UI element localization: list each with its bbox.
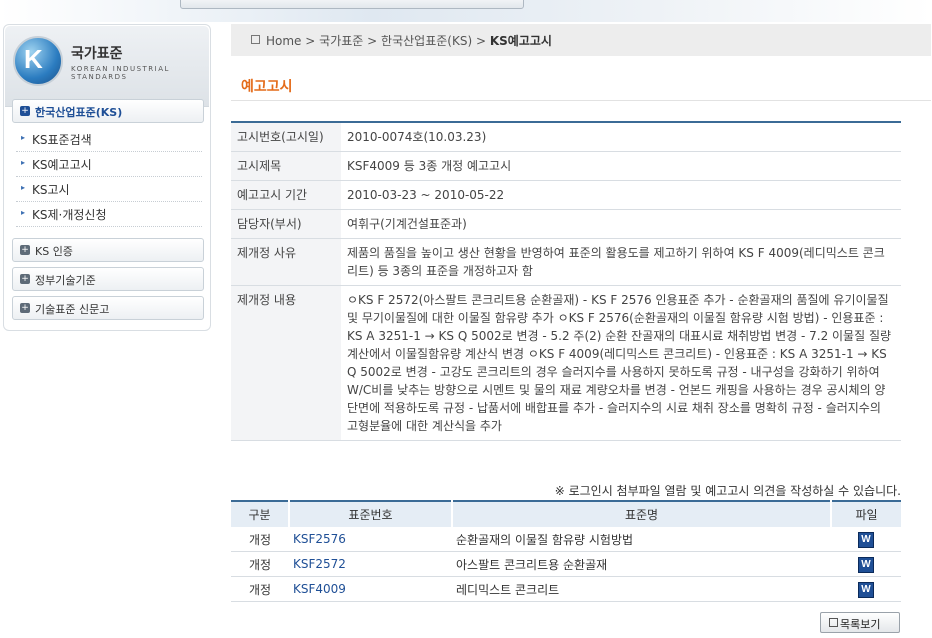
- standard-name-cell: 레디믹스트 콘크리트: [452, 576, 831, 602]
- field-label: 담당자(부서): [231, 209, 341, 239]
- table-row: 담당자(부서) 여휘구(기계건설표준과): [231, 209, 901, 239]
- field-value: 제품의 품질을 높이고 생산 현황을 반영하여 표준의 활용도를 제고하기 위하…: [341, 238, 901, 286]
- plus-icon: +: [20, 106, 30, 116]
- column-header: 표준명: [451, 501, 831, 527]
- field-label: 고시번호(고시일): [231, 122, 341, 152]
- table-row: 고시번호(고시일) 2010-0074호(10.03.23): [231, 122, 901, 152]
- table-row: 고시제목 KSF4009 등 3종 개정 예고고시: [231, 151, 901, 181]
- breadcrumb-home[interactable]: Home: [266, 34, 301, 48]
- field-label: 제개정 사유: [231, 238, 341, 286]
- standard-code-link[interactable]: KSF2576: [289, 527, 452, 552]
- word-file-icon[interactable]: W: [858, 531, 874, 548]
- type-cell: 개정: [231, 527, 289, 552]
- breadcrumb-national-standards[interactable]: 국가표준: [319, 34, 363, 48]
- plus-icon: +: [20, 274, 30, 284]
- field-value: KSF4009 등 3종 개정 예고고시: [341, 151, 901, 181]
- arrow-right-icon: ▸: [21, 183, 26, 192]
- standards-file-table: 구분 표준번호 표준명 파일 개정 KSF2576 순환골재의 이물질 함유량 …: [231, 500, 901, 602]
- sidebar-item-ks-preannounce[interactable]: ▸ KS예고고시: [16, 152, 202, 177]
- breadcrumb: Home > 국가표준 > 한국산업표준(KS) > KS예고고시: [231, 24, 931, 56]
- home-icon: [251, 35, 260, 44]
- sidebar-section-ks-cert[interactable]: + KS 인증: [12, 238, 204, 262]
- standard-name-cell: 아스팔트 콘크리트용 순환골재: [452, 551, 831, 577]
- column-header: 구분: [231, 501, 289, 527]
- table-row: 개정 KSF4009 레디믹스트 콘크리트 W: [231, 576, 901, 602]
- column-header: 표준번호: [288, 501, 452, 527]
- plus-icon: +: [20, 245, 30, 255]
- title-divider: [231, 100, 931, 101]
- field-value: 2010-0074호(10.03.23): [341, 122, 901, 152]
- arrow-right-icon: ▸: [21, 133, 26, 142]
- field-value: 여휘구(기계건설표준과): [341, 209, 901, 239]
- login-notice: ※ 로그인시 첨부파일 열람 및 예고고시 의견을 작성하실 수 있습니다.: [554, 484, 901, 498]
- field-value: ㅇKS F 2572(아스팔트 콘크리트용 순환골재) - KS F 2576 …: [341, 285, 901, 441]
- table-row: 제개정 사유 제품의 품질을 높이고 생산 현황을 반영하여 표준의 활용도를 …: [231, 238, 901, 286]
- type-cell: 개정: [231, 551, 289, 577]
- type-cell: 개정: [231, 576, 289, 602]
- table-header-row: 구분 표준번호 표준명 파일: [231, 501, 901, 527]
- table-row: 개정 KSF2572 아스팔트 콘크리트용 순환골재 W: [231, 551, 901, 577]
- standard-name-cell: 순환골재의 이물질 함유량 시험방법: [452, 527, 831, 552]
- field-label: 제개정 내용: [231, 285, 341, 441]
- column-header: 파일: [830, 501, 901, 527]
- top-strip: [180, 0, 524, 9]
- sidebar-item-ks-revision-request[interactable]: ▸ KS제·개정신청: [16, 202, 202, 227]
- logo-subtitle: KOREAN INDUSTRIAL STANDARDS: [71, 65, 170, 81]
- standard-code-link[interactable]: KSF2572: [289, 551, 452, 577]
- table-row: 개정 KSF2576 순환골재의 이물질 함유량 시험방법 W: [231, 527, 901, 552]
- list-view-button[interactable]: 목록보기: [820, 612, 900, 633]
- sidebar: K 국가표준 KOREAN INDUSTRIAL STANDARDS + 한국산…: [3, 24, 211, 331]
- plus-icon: +: [20, 303, 30, 313]
- notice-detail-table: 고시번호(고시일) 2010-0074호(10.03.23) 고시제목 KSF4…: [231, 121, 901, 441]
- breadcrumb-current: KS예고고시: [489, 34, 552, 48]
- word-file-icon[interactable]: W: [858, 556, 874, 573]
- logo-title: 국가표준: [71, 46, 123, 62]
- sidebar-section-ks[interactable]: + 한국산업표준(KS): [12, 99, 204, 123]
- field-label: 예고고시 기간: [231, 180, 341, 210]
- field-label: 고시제목: [231, 151, 341, 181]
- logo-icon: K: [13, 36, 63, 86]
- field-value: 2010-03-23 ~ 2010-05-22: [341, 180, 901, 210]
- table-row: 제개정 내용 ㅇKS F 2572(아스팔트 콘크리트용 순환골재) - KS …: [231, 285, 901, 441]
- standard-code-link[interactable]: KSF4009: [289, 576, 452, 602]
- arrow-right-icon: ▸: [21, 208, 26, 217]
- logo-area[interactable]: K 국가표준 KOREAN INDUSTRIAL STANDARDS: [5, 26, 209, 107]
- page-title: 예고고시: [241, 79, 293, 95]
- arrow-right-icon: ▸: [21, 158, 26, 167]
- list-icon: [829, 618, 838, 627]
- sidebar-section-sinmungo[interactable]: + 기술표준 신문고: [12, 296, 204, 320]
- top-banner: [0, 0, 932, 22]
- breadcrumb-ks[interactable]: 한국산업표준(KS): [381, 34, 472, 48]
- table-row: 예고고시 기간 2010-03-23 ~ 2010-05-22: [231, 180, 901, 210]
- sidebar-section-gov-tech[interactable]: + 정부기술기준: [12, 267, 204, 291]
- sidebar-item-ks-search[interactable]: ▸ KS표준검색: [16, 127, 202, 152]
- word-file-icon[interactable]: W: [858, 581, 874, 598]
- sidebar-item-ks-announce[interactable]: ▸ KS고시: [16, 177, 202, 202]
